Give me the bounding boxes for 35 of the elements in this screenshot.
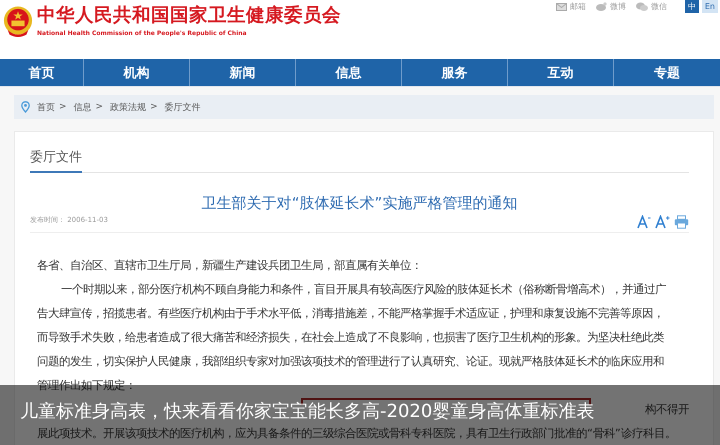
nav-item[interactable]: 专题 — [614, 59, 720, 86]
body-text-line: 而导致手术失败，给患者造成了很大痛苦和经济损失，在社会上造成了不良影响，也损害了医疗卫生机构的形象。为坚决杜绝此类 — [37, 329, 665, 346]
wechat-icon[interactable] — [636, 2, 648, 11]
body-paragraph: 展此项技术。开展该项技术的医疗机构，应为具备条件的三级综合医院或骨科专科医院，具有卫生行政部门批准的“骨科”诊疗科目。 — [37, 425, 677, 442]
section-title: 委厅文件 — [30, 148, 82, 173]
print-icon[interactable] — [674, 215, 689, 229]
weibo-icon[interactable] — [596, 2, 607, 11]
body-text-line: 告大肆宣传，招揽患者。有些医疗机构由于手术水平低，消毒措施差，不能严格掌握手术适应证，护理和康复设施不完善等原因， — [37, 305, 665, 322]
body-text-line: 问题的发生，切实保护人民健康，我部组织专家对加强该项技术的管理进行了认真研究、论证。现就严格肢体延长术的临床应用和 — [37, 353, 665, 370]
breadcrumb-link[interactable]: 政策法规 — [110, 100, 146, 114]
emblem-icon — [3, 5, 33, 38]
article-title: 卫生部关于对“肢体延长术”实施严格管理的通知 — [200, 193, 518, 213]
nav-item[interactable]: 新闻 — [190, 59, 296, 86]
breadcrumb-separator: > — [59, 102, 67, 112]
breadcrumb-link[interactable]: 首页 — [37, 100, 55, 114]
nav-item[interactable]: 机构 — [84, 59, 190, 86]
language-button[interactable]: En — [702, 0, 718, 13]
caption-text: 儿童标准身高表，快来看看你家宝宝能长多高-2020婴童身高体重标准表 — [20, 403, 594, 421]
font-decrease-icon[interactable] — [637, 215, 651, 229]
nav-item[interactable]: 首页 — [0, 59, 84, 86]
mail-icon[interactable] — [556, 2, 567, 10]
location-pin-icon — [21, 101, 30, 113]
language-button[interactable]: 中 — [684, 0, 699, 13]
nav-item[interactable]: 互动 — [508, 59, 614, 86]
nav-item[interactable]: 服务 — [402, 59, 508, 86]
body-text-line: 一个时期以来，部分医疗机构不顾自身能力和条件，盲目开展具有较高医疗风险的肢体延长术（俗称断骨增高术），并通过广 — [60, 281, 667, 298]
salutation-text: 各省、自治区、直辖市卫生厅局，新疆生产建设兵团卫生局，部直属有关单位： — [37, 257, 423, 274]
nav-item[interactable]: 信息 — [296, 59, 402, 86]
body-text-fragment: 构不得开 — [645, 401, 689, 418]
breadcrumb-link[interactable]: 信息 — [74, 100, 92, 114]
site-title: 中华人民共和国国家卫生健康委员会 — [37, 5, 341, 27]
breadcrumb-separator: > — [150, 102, 158, 112]
breadcrumb-link[interactable]: 委厅文件 — [164, 100, 201, 114]
breadcrumb-separator: > — [96, 102, 104, 112]
font-increase-icon[interactable] — [655, 215, 670, 229]
